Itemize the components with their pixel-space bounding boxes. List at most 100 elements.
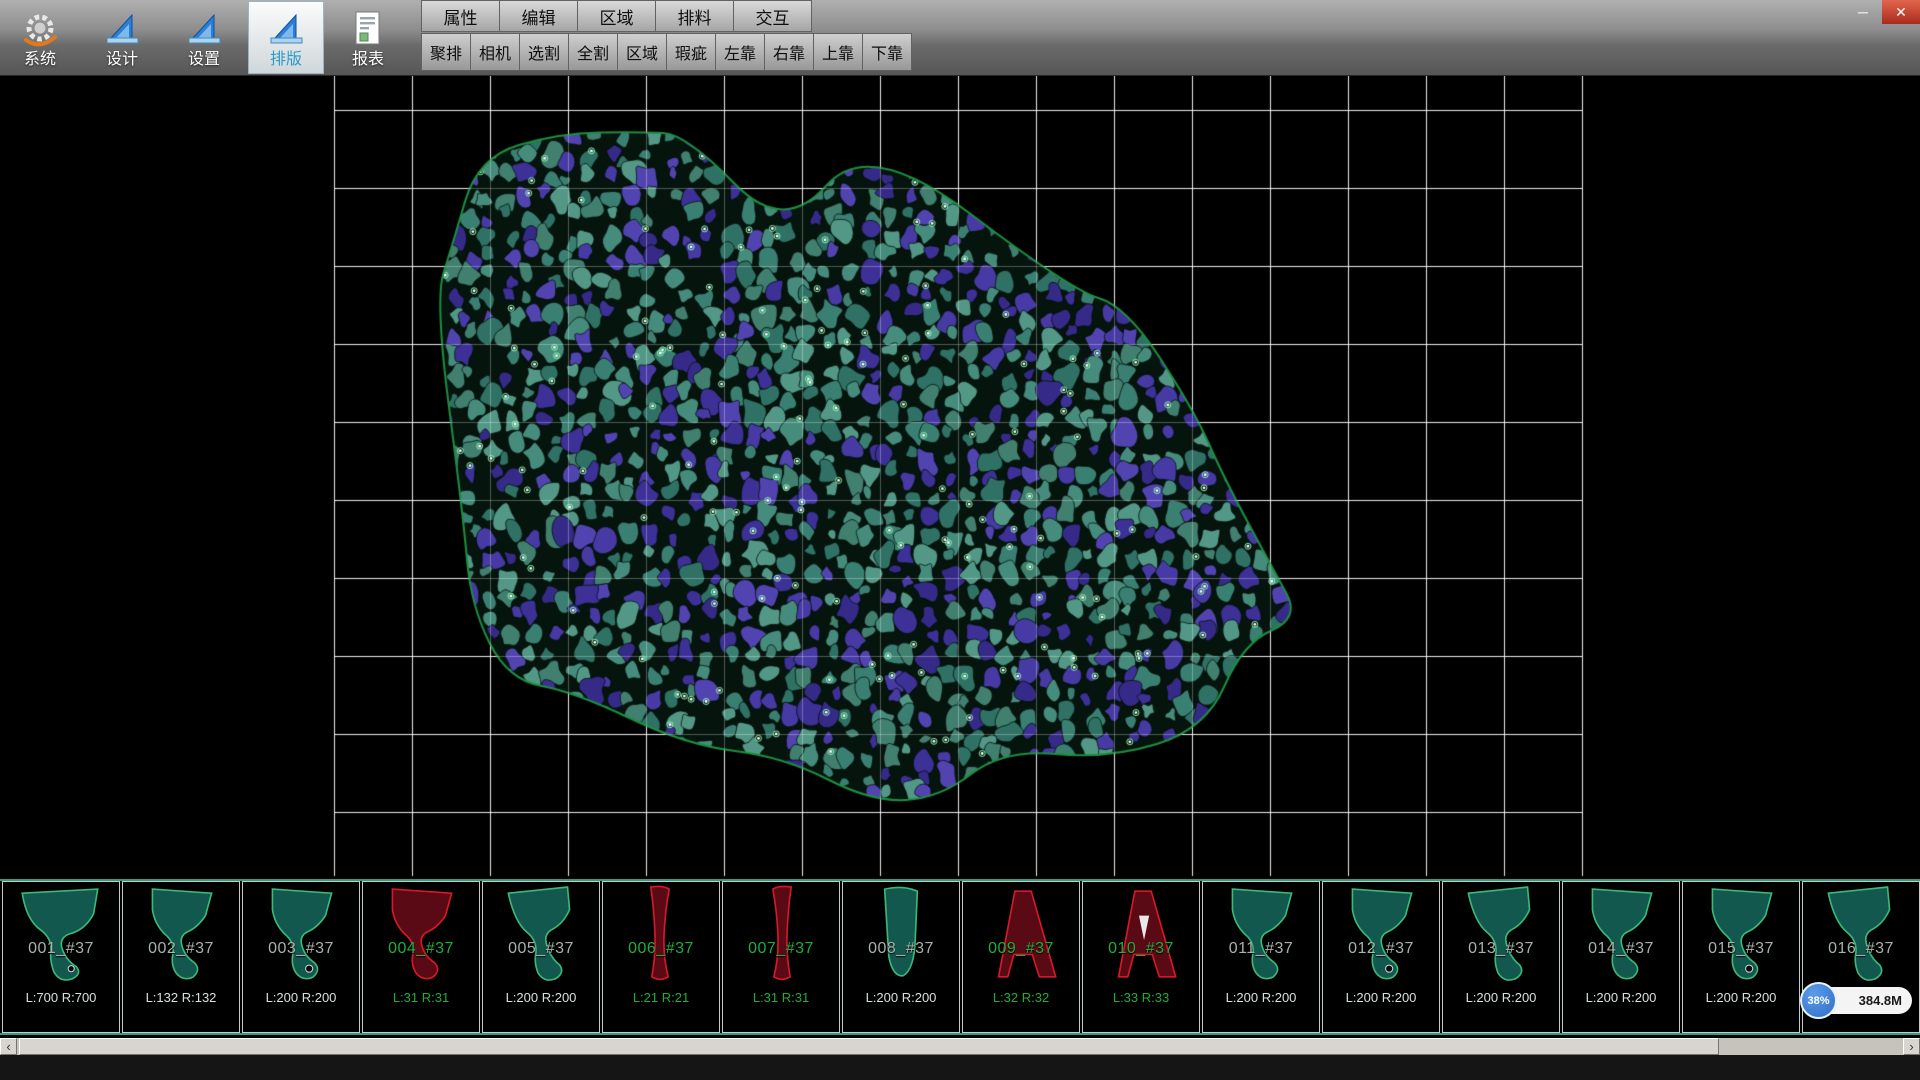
piece-shape-preview	[610, 883, 712, 985]
close-button[interactable]: ✕	[1882, 0, 1920, 24]
menu-tab-row: 属性编辑区域排料交互	[422, 0, 912, 32]
piece-shape-preview	[730, 883, 832, 985]
piece-name: 014_#37	[1563, 940, 1679, 958]
tool-button-row: 聚排相机选割全割区域瑕疵左靠右靠上靠下靠	[422, 33, 912, 71]
piece-name: 001_#37	[3, 940, 119, 958]
piece-shape-preview	[1330, 883, 1432, 985]
menu-tab-edit[interactable]: 编辑	[499, 0, 578, 32]
piece-lr-count: L:200 R:200	[1563, 990, 1679, 1005]
menu-tab-nest[interactable]: 排料	[655, 0, 734, 32]
tool-button-region[interactable]: 区域	[617, 33, 667, 71]
pieces-strip: 001_#37L:700 R:700002_#37L:132 R:132003_…	[0, 879, 1920, 1035]
main-toolbar-button-report[interactable]: 报表	[330, 1, 406, 74]
scrollbar-thumb[interactable]	[19, 1038, 1719, 1055]
piece-shape-preview	[1450, 883, 1552, 985]
piece-lr-count: L:200 R:200	[1323, 990, 1439, 1005]
tool-button-camera[interactable]: 相机	[470, 33, 520, 71]
piece-name: 004_#37	[363, 940, 479, 958]
main-toolbar-label-design: 设计	[106, 52, 138, 68]
main-toolbar-label-nesting: 排版	[270, 52, 302, 68]
piece-name: 015_#37	[1683, 940, 1799, 958]
piece-shape-preview	[370, 883, 472, 985]
gear-icon	[19, 8, 61, 50]
piece-thumbnail-001_#37[interactable]: 001_#37L:700 R:700	[2, 881, 120, 1033]
piece-lr-count: L:32 R:32	[963, 990, 1079, 1005]
piece-name: 016_#37	[1803, 940, 1919, 958]
design-icon	[183, 8, 225, 50]
piece-shape-preview	[1690, 883, 1792, 985]
piece-thumbnail-015_#37[interactable]: 015_#37 L:200 R:200	[1682, 881, 1800, 1033]
menu-tab-interactive[interactable]: 交互	[733, 0, 812, 32]
tool-button-snap-bottom[interactable]: 下靠	[862, 33, 912, 71]
design-icon	[265, 8, 307, 50]
piece-shape-preview	[1210, 883, 1312, 985]
window-controls: ─ ✕	[1844, 0, 1920, 24]
piece-thumbnail-009_#37[interactable]: 009_#37L:32 R:32	[962, 881, 1080, 1033]
piece-thumbnail-006_#37[interactable]: 006_#37L:21 R:21	[602, 881, 720, 1033]
piece-thumbnail-011_#37[interactable]: 011_#37L:200 R:200	[1202, 881, 1320, 1033]
piece-shape-preview	[10, 883, 112, 985]
piece-lr-count: L:31 R:31	[363, 990, 479, 1005]
main-toolbar-button-system[interactable]: 系统	[2, 1, 78, 74]
main-toolbar-label-system: 系统	[24, 52, 56, 68]
menu-tab-properties[interactable]: 属性	[421, 0, 500, 32]
piece-thumbnail-012_#37[interactable]: 012_#37 L:200 R:200	[1322, 881, 1440, 1033]
main-toolbar-label-report: 报表	[352, 52, 384, 68]
piece-name: 003_#37	[243, 940, 359, 958]
minimize-button[interactable]: ─	[1844, 0, 1882, 24]
main-toolbar-button-nesting[interactable]: 排版	[248, 1, 324, 74]
menu-tab-region[interactable]: 区域	[577, 0, 656, 32]
piece-name: 011_#37	[1203, 940, 1319, 958]
nesting-canvas[interactable]	[0, 76, 1920, 879]
tool-button-defect[interactable]: 瑕疵	[666, 33, 716, 71]
piece-name: 005_#37	[483, 940, 599, 958]
piece-thumbnail-007_#37[interactable]: 007_#37 L:31 R:31	[722, 881, 840, 1033]
piece-name: 002_#37	[123, 940, 239, 958]
tool-button-cut-all[interactable]: 全割	[568, 33, 618, 71]
piece-thumbnail-005_#37[interactable]: 005_#37 L:200 R:200	[482, 881, 600, 1033]
main-toolbar-button-settings[interactable]: 设置	[166, 1, 242, 74]
horizontal-scrollbar[interactable]: ‹ ›	[0, 1038, 1920, 1055]
tool-button-snap-top[interactable]: 上靠	[813, 33, 863, 71]
main-toolbar: 系统 设计 设置 排版 报表	[2, 1, 406, 75]
piece-thumbnail-003_#37[interactable]: 003_#37 L:200 R:200	[242, 881, 360, 1033]
piece-shape-preview	[1570, 883, 1672, 985]
memory-value: 384.8M	[1859, 993, 1902, 1008]
piece-thumbnail-008_#37[interactable]: 008_#37 L:200 R:200	[842, 881, 960, 1033]
piece-name: 013_#37	[1443, 940, 1559, 958]
main-toolbar-button-design[interactable]: 设计	[84, 1, 160, 74]
piece-shape-preview	[250, 883, 352, 985]
piece-thumbnail-004_#37[interactable]: 004_#37 L:31 R:31	[362, 881, 480, 1033]
piece-shape-preview	[1810, 883, 1912, 985]
tool-button-snap-right[interactable]: 右靠	[764, 33, 814, 71]
tool-button-snap-left[interactable]: 左靠	[715, 33, 765, 71]
piece-thumbnail-010_#37[interactable]: 010_#37 L:33 R:33	[1082, 881, 1200, 1033]
piece-name: 006_#37	[603, 940, 719, 958]
piece-lr-count: L:200 R:200	[243, 990, 359, 1005]
scroll-right-arrow-icon[interactable]: ›	[1903, 1038, 1920, 1055]
piece-lr-count: L:200 R:200	[483, 990, 599, 1005]
scrollbar-track[interactable]	[17, 1038, 1903, 1055]
piece-name: 012_#37	[1323, 940, 1439, 958]
piece-name: 010_#37	[1083, 940, 1199, 958]
design-icon	[101, 8, 143, 50]
piece-name: 007_#37	[723, 940, 839, 958]
piece-lr-count: L:200 R:200	[1443, 990, 1559, 1005]
piece-thumbnail-014_#37[interactable]: 014_#37 L:200 R:200	[1562, 881, 1680, 1033]
piece-lr-count: L:33 R:33	[1083, 990, 1199, 1005]
piece-lr-count: L:31 R:31	[723, 990, 839, 1005]
progress-circle: 38%	[1800, 982, 1837, 1019]
piece-name: 008_#37	[843, 940, 959, 958]
menu-area: 属性编辑区域排料交互 聚排相机选割全割区域瑕疵左靠右靠上靠下靠	[422, 0, 912, 71]
tool-button-select-cut[interactable]: 选割	[519, 33, 569, 71]
tool-button-cluster-nest[interactable]: 聚排	[421, 33, 471, 71]
piece-thumbnail-013_#37[interactable]: 013_#37 L:200 R:200	[1442, 881, 1560, 1033]
piece-thumbnail-002_#37[interactable]: 002_#37L:132 R:132	[122, 881, 240, 1033]
scroll-left-arrow-icon[interactable]: ‹	[0, 1038, 17, 1055]
piece-lr-count: L:200 R:200	[1683, 990, 1799, 1005]
piece-shape-preview	[490, 883, 592, 985]
app-window: 系统设计设置排版报表 属性编辑区域排料交互 聚排相机选割全割区域瑕疵左靠右靠上靠…	[0, 0, 1920, 1080]
main-toolbar-label-settings: 设置	[188, 52, 220, 68]
piece-lr-count: L:200 R:200	[843, 990, 959, 1005]
nesting-workspace[interactable]	[0, 76, 1920, 879]
